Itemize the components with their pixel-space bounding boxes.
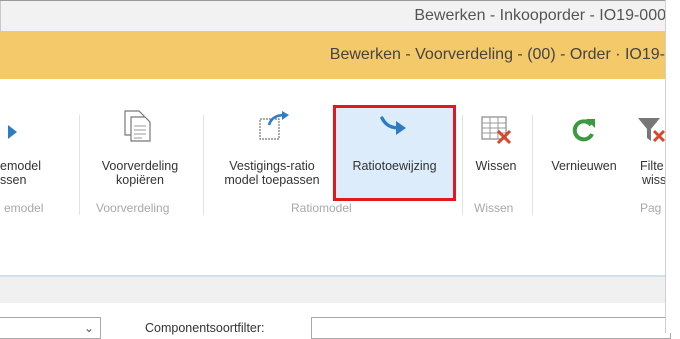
group-label-page: Pag (640, 201, 662, 215)
component-filter-input[interactable] (311, 317, 671, 339)
group-label-clear: Wissen (474, 201, 514, 215)
clear-grid-icon (481, 116, 512, 145)
ribbon-item-label: ssen (0, 173, 27, 187)
group-separator (462, 115, 463, 215)
window-title-bar: Bewerken - Inkooporder - IO19-000 (0, 1, 666, 31)
window-right-margin (665, 0, 680, 333)
ribbon-item-label: Vernieuwen (551, 159, 617, 173)
clear-button[interactable]: Wissen (465, 115, 527, 185)
group-separator (79, 115, 80, 215)
ribbon-item-label: Wissen (475, 159, 517, 173)
page-title: Bewerken - Voorverdeling - (00) - Order … (329, 46, 665, 63)
ribbon-item-label: Ratiotoewijzing (352, 159, 437, 173)
ribbon-item-label: Voorverdeling (101, 159, 179, 173)
clear-filter-button[interactable]: Filte wiss (628, 115, 668, 185)
ribbon-item-label: emodel (0, 159, 41, 173)
apply-ratio-model-button[interactable]: Vestigings-ratio model toepassen (213, 111, 331, 187)
apply-template-icon (259, 111, 289, 140)
window-title: Bewerken - Inkooporder - IO19-000 (414, 7, 666, 24)
type-dropdown[interactable]: ⌄ (0, 317, 101, 339)
clear-filter-icon (638, 118, 666, 143)
assign-arrow-icon (380, 116, 406, 135)
section-band (0, 277, 665, 303)
ratio-assignment-button[interactable]: Ratiotoewijzing (336, 115, 453, 185)
copy-document-icon (124, 110, 151, 142)
ribbon-item-label: Filte (640, 159, 664, 173)
group-label-model: emodel (4, 201, 44, 215)
refresh-icon (572, 119, 595, 142)
group-label-distribution: Voorverdeling (96, 201, 170, 215)
ribbon-item-label: kopiëren (116, 173, 164, 187)
page-title-bar: Bewerken - Voorverdeling - (00) - Order … (0, 31, 665, 79)
copy-distribution-button[interactable]: Voorverdeling kopiëren (85, 110, 195, 187)
arrow-right-icon (8, 125, 17, 139)
group-separator (532, 115, 533, 215)
group-separator (203, 115, 204, 215)
group-label-ratio-model: Ratiomodel (291, 201, 352, 215)
refresh-button[interactable]: Vernieuwen (540, 115, 628, 185)
ribbon-item-label: model toepassen (224, 173, 320, 187)
window-right-border (665, 0, 666, 333)
ribbon-item-model-apply[interactable]: emodel ssen (0, 115, 46, 187)
ribbon-item-label: Vestigings-ratio (229, 159, 315, 173)
ribbon: emodel ssen Voorverdeling kopiëren Vesti… (0, 79, 668, 226)
